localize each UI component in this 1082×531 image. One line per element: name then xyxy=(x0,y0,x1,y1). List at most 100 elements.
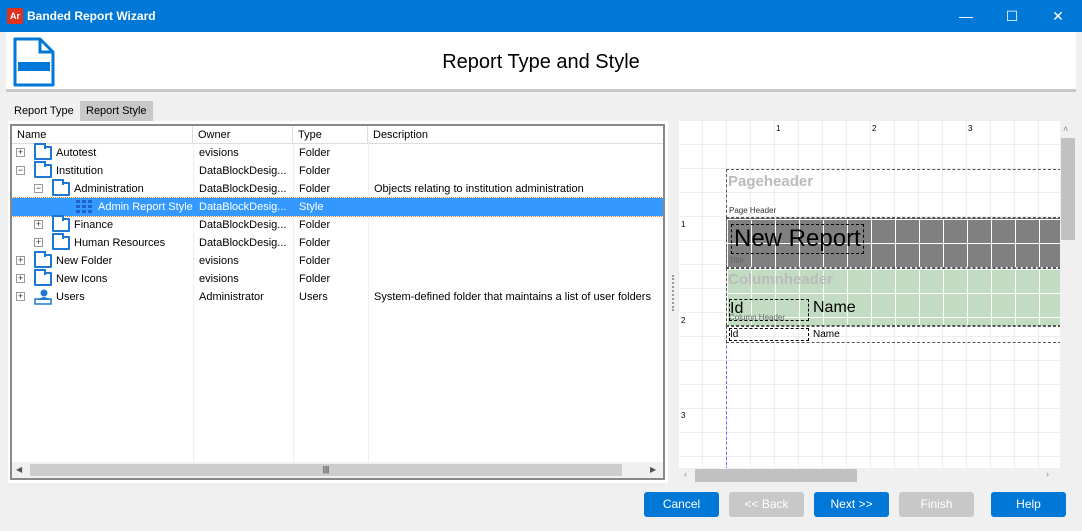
column-header-band[interactable]: Columnheader Column Header Id Name xyxy=(726,268,1066,326)
users-folder-icon xyxy=(34,289,52,305)
style-grid-icon xyxy=(76,200,92,213)
horizontal-scrollbar[interactable]: ◀ ||| ▶ xyxy=(12,462,663,478)
cell-type: Folder xyxy=(299,147,331,159)
cell-name: New Icons xyxy=(56,273,108,285)
cell-name: Human Resources xyxy=(74,237,166,249)
table-row[interactable]: + Finance DataBlockDesig... Folder xyxy=(12,215,663,234)
title-bar: Ar Banded Report Wizard — ☐ ✕ xyxy=(0,0,1082,32)
column-header-type[interactable]: Type xyxy=(293,126,368,144)
cell-owner: Administrator xyxy=(199,291,264,303)
ruler-label: 1 xyxy=(776,124,781,133)
cell-name: Admin Report Style xyxy=(98,201,193,213)
column-name-field[interactable]: Name xyxy=(813,299,856,317)
cell-owner: DataBlockDesig... xyxy=(199,237,287,249)
scrollbar-thumb[interactable] xyxy=(1061,138,1075,240)
scrollbar-thumb[interactable]: ||| xyxy=(30,464,622,476)
band-name: Columnheader xyxy=(728,271,834,288)
column-header-owner[interactable]: Owner xyxy=(193,126,293,144)
cell-owner: evisions xyxy=(199,255,239,267)
expand-icon[interactable]: + xyxy=(16,148,25,157)
cell-type: Style xyxy=(299,201,324,213)
detail-name-field[interactable]: Name xyxy=(813,329,840,340)
cell-owner: evisions xyxy=(199,273,239,285)
vertical-scrollbar[interactable]: ˄ xyxy=(1060,120,1076,468)
expand-icon[interactable]: + xyxy=(34,238,43,247)
close-button[interactable]: ✕ xyxy=(1035,0,1081,32)
table-row[interactable]: − Institution DataBlockDesig... Folder xyxy=(12,161,663,180)
report-title-field[interactable]: New Report xyxy=(731,224,864,254)
cell-type: Folder xyxy=(299,273,331,285)
folder-icon xyxy=(34,161,52,178)
table-row[interactable]: + Autotest evisions Folder xyxy=(12,143,663,162)
collapse-icon[interactable]: − xyxy=(34,184,43,193)
expand-icon[interactable]: + xyxy=(16,256,25,265)
cell-name: Autotest xyxy=(56,147,97,159)
band-name: Pageheader xyxy=(728,173,814,190)
cell-type: Users xyxy=(299,291,328,303)
expand-icon[interactable]: + xyxy=(34,220,43,229)
column-header-description[interactable]: Description xyxy=(368,126,663,144)
scrollbar-thumb[interactable] xyxy=(695,469,857,482)
table-row[interactable]: + Users Administrator Users System-defined f… xyxy=(12,288,663,306)
style-tree-list[interactable]: Name Owner Type Description + Autotest evi… xyxy=(10,124,665,480)
window-title: Banded Report Wizard xyxy=(27,9,156,23)
cell-owner: DataBlockDesig... xyxy=(199,219,287,231)
style-tree-panel: Name Owner Type Description + Autotest evi… xyxy=(8,121,668,483)
table-row[interactable]: + New Icons evisions Folder xyxy=(12,269,663,288)
cell-type: Folder xyxy=(299,219,331,231)
help-button[interactable]: Help xyxy=(991,492,1066,517)
cancel-button[interactable]: Cancel xyxy=(644,492,719,517)
cell-owner: DataBlockDesig... xyxy=(199,201,287,213)
cell-description: System-defined folder that maintains a l… xyxy=(374,291,651,303)
folder-icon xyxy=(34,143,52,160)
detail-id-field[interactable]: Id xyxy=(729,328,809,341)
collapse-icon[interactable]: − xyxy=(16,166,25,175)
tab-report-type[interactable]: Report Type xyxy=(8,101,80,121)
cell-name: Institution xyxy=(56,165,104,177)
page-header-band[interactable]: Pageheader Page Header xyxy=(726,169,1066,218)
cell-name: Administration xyxy=(74,183,144,195)
cell-name: Users xyxy=(56,291,85,303)
report-preview: 1 2 3 1 2 3 Pageheader Page Header New R… xyxy=(678,120,1076,483)
cell-type: Folder xyxy=(299,165,331,177)
band-label: Title xyxy=(729,256,744,265)
cell-type: Folder xyxy=(299,237,331,249)
cell-name: Finance xyxy=(74,219,114,231)
folder-icon xyxy=(52,215,70,232)
expand-icon[interactable]: + xyxy=(16,292,25,301)
maximize-button[interactable]: ☐ xyxy=(989,0,1035,32)
cell-type: Folder xyxy=(299,255,331,267)
table-row[interactable]: + New Folder evisions Folder xyxy=(12,251,663,270)
cell-owner: DataBlockDesig... xyxy=(199,183,287,195)
cell-name: New Folder xyxy=(56,255,113,267)
app-icon: Ar xyxy=(7,8,23,24)
folder-icon xyxy=(34,269,52,286)
cell-description: Objects relating to institution administ… xyxy=(374,183,584,195)
ruler-label: 3 xyxy=(681,411,686,420)
folder-icon xyxy=(52,233,70,250)
table-row[interactable]: + Human Resources DataBlockDesig... Folder xyxy=(12,233,663,252)
cell-owner: evisions xyxy=(199,147,239,159)
band-label: Page Header xyxy=(729,206,777,215)
column-id-field[interactable]: Id xyxy=(729,299,809,321)
next-button[interactable]: Next >> xyxy=(814,492,889,517)
detail-band[interactable]: Id Name xyxy=(726,326,1066,343)
table-row[interactable]: Admin Report Style DataBlockDesig... Style xyxy=(12,197,663,217)
expand-icon[interactable]: + xyxy=(16,274,25,283)
page-title: Report Type and Style xyxy=(442,51,640,73)
finish-button[interactable]: Finish xyxy=(899,492,974,517)
ruler-label: 2 xyxy=(872,124,877,133)
back-button[interactable]: << Back xyxy=(729,492,804,517)
table-row[interactable]: − Administration DataBlockDesig... Folder Ob… xyxy=(12,179,663,198)
splitter-handle[interactable] xyxy=(672,275,675,311)
horizontal-scrollbar[interactable]: ‹ › xyxy=(678,468,1076,483)
ruler-label: 2 xyxy=(681,316,686,325)
cell-type: Folder xyxy=(299,183,331,195)
minimize-button[interactable]: — xyxy=(943,0,989,32)
tab-report-style[interactable]: Report Style xyxy=(80,101,153,121)
column-header-name[interactable]: Name xyxy=(12,126,193,144)
cell-owner: DataBlockDesig... xyxy=(199,165,287,177)
ruler-label: 3 xyxy=(968,124,973,133)
title-band[interactable]: New Report Title xyxy=(726,218,1066,268)
folder-icon xyxy=(52,179,70,196)
